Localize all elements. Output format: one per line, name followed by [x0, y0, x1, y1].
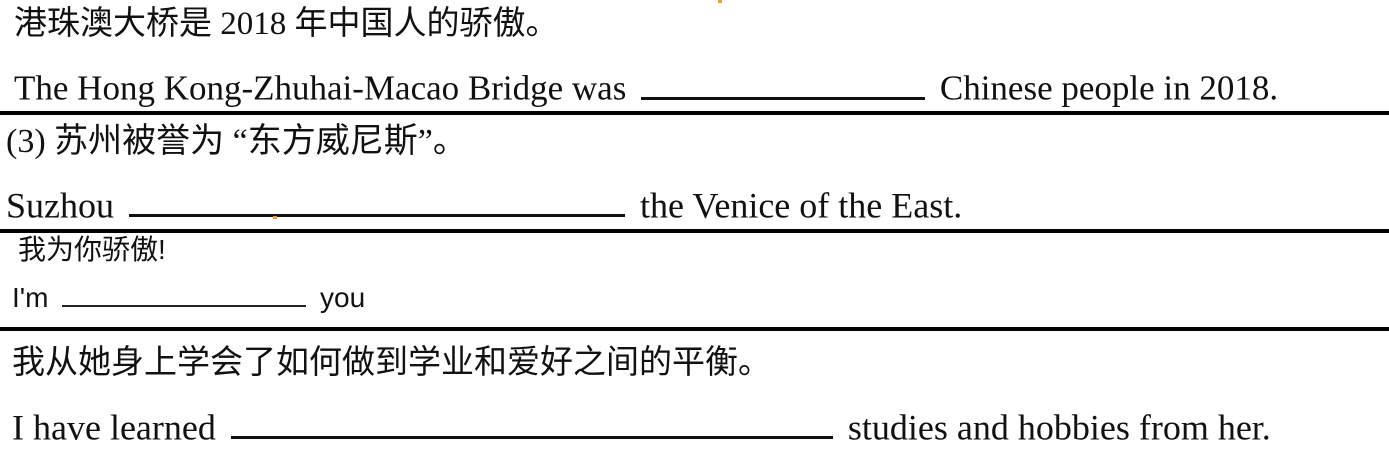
decorative-dot	[273, 216, 277, 219]
section-3-answer-blank[interactable]	[62, 281, 307, 307]
section-3-english-before: I'm	[12, 281, 49, 313]
section-divider-1	[0, 111, 1389, 115]
decorative-dot	[718, 0, 722, 3]
section-1-english-after: Chinese people in 2018.	[939, 68, 1279, 108]
section-2-english-before: Suzhou	[6, 185, 114, 226]
section-1-english: The Hong Kong-Zhuhai-Macao Bridge was Ch…	[14, 65, 1278, 106]
section-4-english: I have learned studies and hobbies from …	[12, 404, 1271, 445]
section-3-chinese: 我为你骄傲!	[18, 234, 166, 265]
section-4-english-after: studies and hobbies from her.	[847, 407, 1271, 448]
section-4-english-before: I have learned	[12, 407, 216, 448]
section-2-english: Suzhou the Venice of the East.	[6, 182, 962, 223]
section-4-answer-blank[interactable]	[230, 404, 833, 440]
section-1-english-before: The Hong Kong-Zhuhai-Macao Bridge was	[14, 68, 627, 108]
section-divider-3	[0, 327, 1389, 331]
section-1-answer-blank[interactable]	[641, 65, 926, 100]
section-2-chinese: (3) 苏州被誉为 “东方威尼斯”。	[6, 123, 467, 160]
section-2-answer-blank[interactable]	[129, 182, 625, 218]
section-2-english-after: the Venice of the East.	[640, 185, 963, 226]
section-divider-2	[0, 229, 1389, 233]
section-3-english: I'm you	[12, 281, 365, 312]
section-1-chinese: 港珠澳大桥是 2018 年中国人的骄傲。	[14, 6, 559, 42]
section-4-chinese: 我从她身上学会了如何做到学业和爱好之间的平衡。	[12, 345, 771, 381]
section-3-english-after: you	[320, 281, 366, 313]
